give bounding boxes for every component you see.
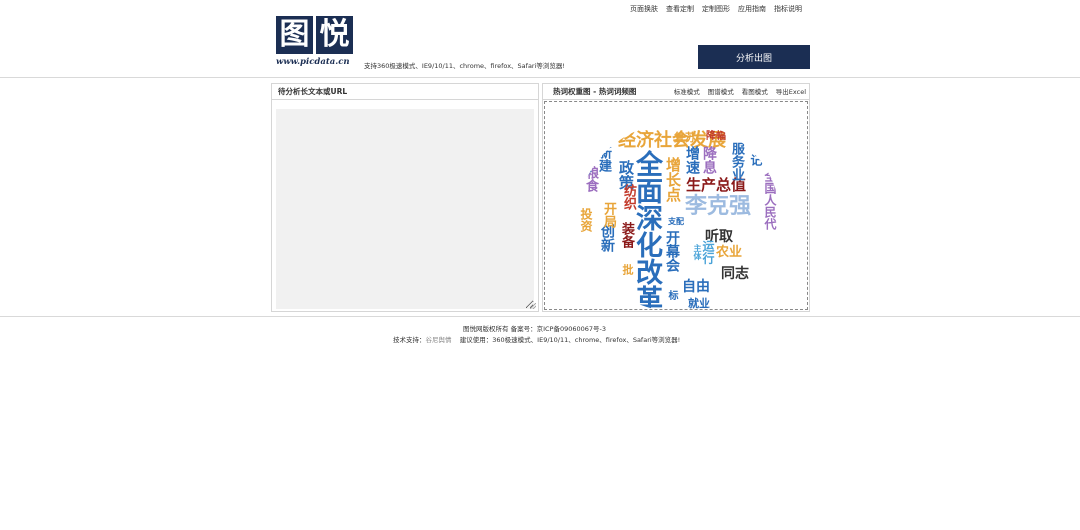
nav-link-custom-view[interactable]: 查看定制	[666, 4, 694, 14]
output-panel-header: 热词权重图 - 热词词频图 标准模式 图谱模式 看图模式 导出Excel	[543, 84, 809, 100]
cloud-word: 复苏	[674, 131, 696, 144]
input-panel: 待分析长文本或URL	[271, 83, 539, 312]
cloud-word: 增长点	[664, 157, 682, 202]
tab-standard[interactable]: 标准模式	[674, 84, 700, 100]
cloud-word: 自由	[682, 279, 710, 295]
cloud-word: 纺织	[621, 184, 636, 210]
text-input[interactable]	[276, 109, 534, 309]
nav-link-metrics[interactable]: 指标说明	[774, 4, 802, 14]
browser-support-note: 支持360极速模式、IE9/10/11、chrome、firefox、Safar…	[364, 62, 566, 70]
cloud-word: 装备	[619, 222, 634, 248]
cloud-word: 降幅	[706, 131, 726, 142]
cloud-word: 李克强	[685, 194, 752, 219]
nav-link-guide[interactable]: 应用指南	[738, 4, 766, 14]
logo-char-2: 悦	[316, 16, 353, 54]
cloud-word: 主体	[693, 244, 702, 260]
tech-support-label: 技术支持：	[393, 336, 426, 344]
word-cloud: 经济社会发展 全面深化改革 李克强 生产总值 政策 增速 服务业 书记 降息 降幅 复苏 增长点 听取农…	[578, 122, 780, 310]
cloud-word: 创新	[599, 224, 615, 252]
top-nav: 页面换肤 查看定制 定制图形 应用指南 指标说明	[630, 4, 802, 14]
cloud-word: 全面深化改革	[631, 150, 662, 310]
tab-graph[interactable]: 图谱模式	[708, 84, 734, 100]
logo-char-1: 图	[276, 16, 313, 54]
analyze-button[interactable]: 分析出图	[698, 45, 810, 69]
cloud-word: 农业	[716, 245, 743, 260]
output-panel: 热词权重图 - 热词词频图 标准模式 图谱模式 看图模式 导出Excel 经济社…	[542, 83, 810, 312]
cloud-word: 降息	[701, 146, 717, 174]
word-cloud-frame: 经济社会发展 全面深化改革 李克强 生产总值 政策 增速 服务业 书记 降息 降幅 复苏 增长点 听取农…	[544, 101, 808, 310]
logo-url: www.picdata.cn	[276, 57, 350, 67]
tech-support-link[interactable]: 谷尼舆情	[426, 336, 452, 344]
cloud-word: 书记	[749, 142, 763, 166]
mode-tabs: 标准模式 图谱模式 看图模式 导出Excel	[674, 84, 806, 100]
cloud-word: 标	[666, 290, 677, 300]
cloud-word: 服务业	[729, 142, 744, 181]
cloud-word: 增速	[684, 146, 700, 174]
cloud-word: 支配	[668, 217, 684, 226]
resize-grip-icon[interactable]	[530, 303, 536, 309]
footer-copyright: 图悦网版权所有 备案号：京ICP备09060067号-3	[463, 325, 607, 333]
output-panel-title: 热词权重图 - 热词词频图	[553, 87, 637, 96]
cloud-word: 开幕会	[664, 230, 680, 272]
footer-tech-line: 技术支持：谷尼舆情 建议使用：360极速模式、IE9/10/11、chrome、…	[393, 334, 680, 344]
cloud-word: 新建	[596, 146, 611, 172]
nav-link-custom-graphic[interactable]: 定制图形	[702, 4, 730, 14]
cloud-word: 批	[621, 264, 634, 275]
cloud-word: 开局	[601, 202, 616, 228]
input-panel-title: 待分析长文本或URL	[272, 84, 538, 100]
site-logo[interactable]: 图 悦 www.picdata.cn	[276, 16, 356, 70]
tab-view[interactable]: 看图模式	[742, 84, 768, 100]
browser-note: 建议使用：360极速模式、IE9/10/11、chrome、firefox、Sa…	[459, 336, 681, 344]
cloud-word: 全国人民代	[763, 170, 777, 230]
cloud-word: 就业	[688, 297, 710, 310]
nav-link-skin[interactable]: 页面换肤	[630, 4, 658, 14]
cloud-word: 同志	[721, 266, 749, 282]
header: 页面换肤 查看定制 定制图形 应用指南 指标说明 图 悦 www.picdata…	[0, 0, 1080, 78]
cloud-word: 投资	[579, 208, 593, 232]
cloud-word: 协	[579, 164, 592, 175]
cloud-word: 运行	[701, 240, 715, 264]
tab-export-excel[interactable]: 导出Excel	[776, 84, 806, 100]
footer: 图悦网版权所有 备案号：京ICP备09060067号-3 技术支持：谷尼舆情 建…	[0, 316, 1080, 344]
